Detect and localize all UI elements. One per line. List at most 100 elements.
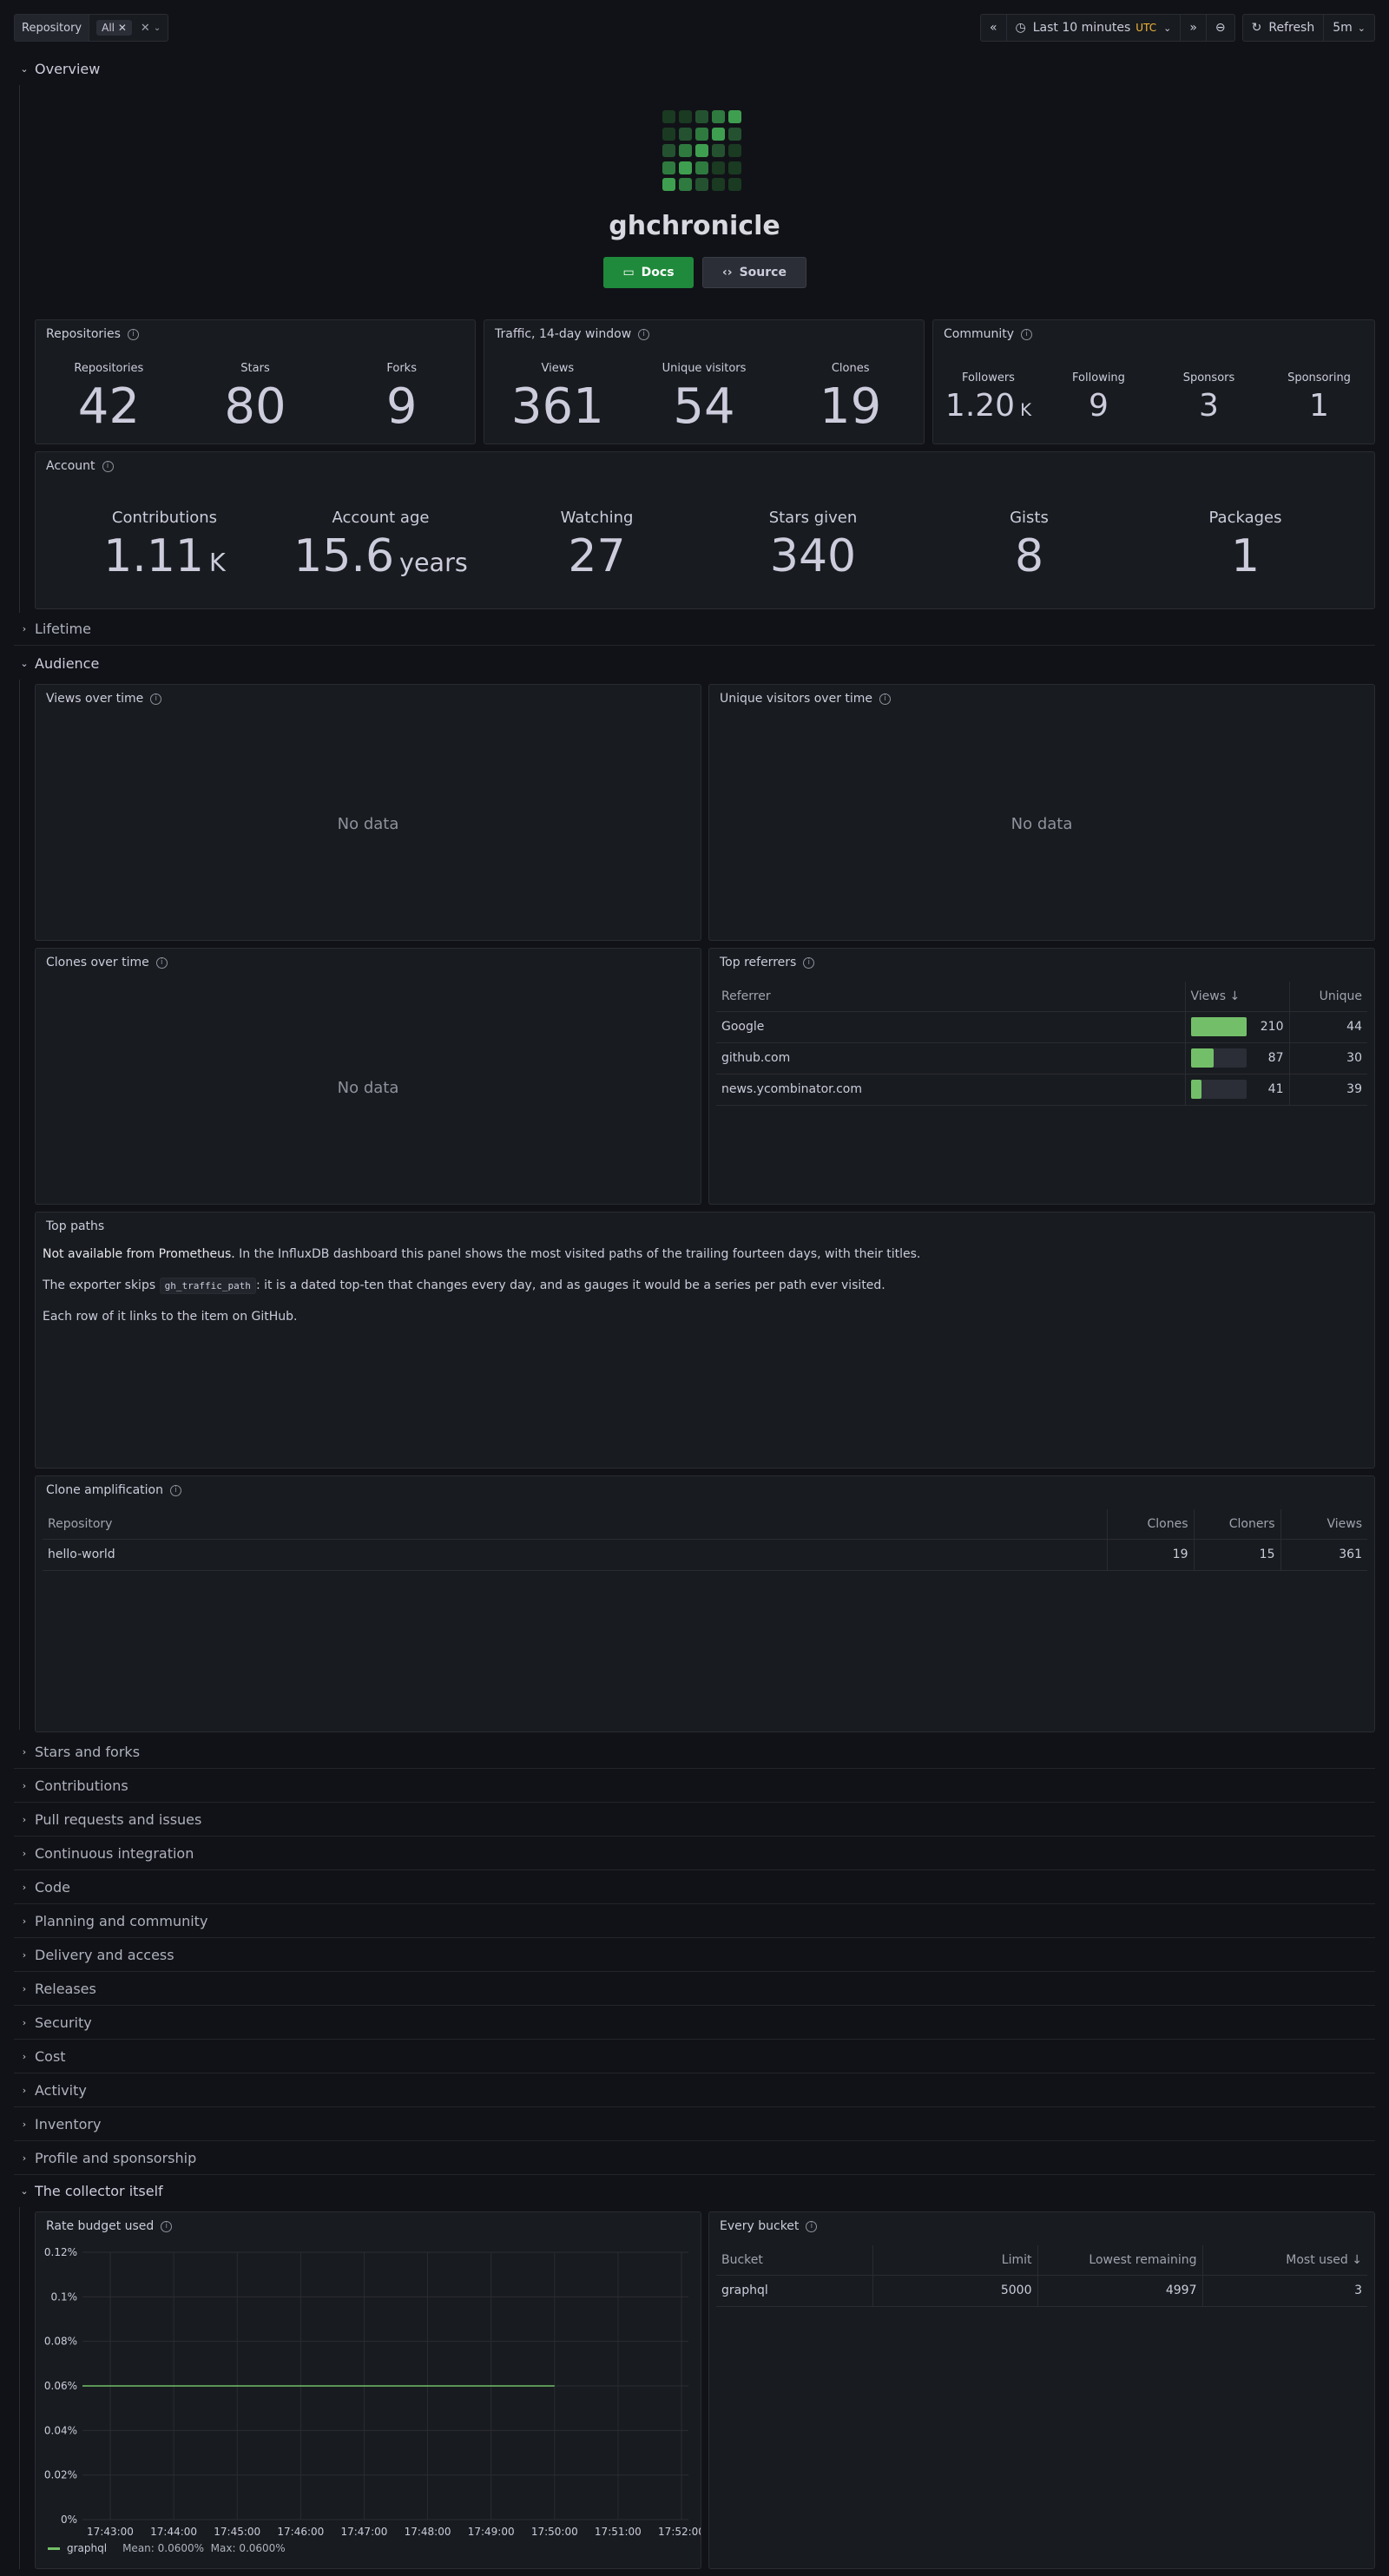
repository-label: Repository bbox=[15, 15, 90, 41]
row-overview[interactable]: ⌄ Overview bbox=[14, 52, 1375, 85]
buckets-table: Bucket Limit Lowest remaining Most used … bbox=[716, 2245, 1367, 2307]
no-data-label: No data bbox=[337, 1079, 399, 1097]
table-row[interactable]: Google 210 44 bbox=[716, 1011, 1367, 1043]
row-title: Pull requests and issues bbox=[35, 1811, 202, 1828]
views-bar bbox=[1190, 1017, 1247, 1036]
no-data-label: No data bbox=[337, 815, 399, 833]
source-button[interactable]: ‹› Source bbox=[702, 257, 806, 288]
info-icon[interactable]: i bbox=[161, 2220, 173, 2232]
row-lifetime[interactable]: › Lifetime bbox=[14, 613, 1375, 646]
chevron-right-icon: › bbox=[22, 1983, 27, 1994]
column-header-cloners[interactable]: Cloners bbox=[1193, 1509, 1280, 1540]
info-icon[interactable]: i bbox=[102, 460, 114, 472]
repositories-panel: Repositories i Repositories 42 Stars 80 Forks… bbox=[35, 319, 476, 444]
info-icon[interactable]: i bbox=[803, 956, 815, 969]
row-activity[interactable]: › Activity bbox=[14, 2074, 1375, 2107]
info-icon[interactable]: i bbox=[806, 2220, 818, 2232]
referrers-table: Referrer Views ↓ Unique Google 210 44 githu… bbox=[716, 982, 1367, 1106]
clone-amplification-table: Repository Clones Cloners Views hello-wo… bbox=[43, 1509, 1367, 1571]
stat-value: 9 bbox=[1043, 388, 1154, 424]
clones-over-time-panel: Clones over time i No data bbox=[35, 948, 701, 1205]
docs-button[interactable]: ▭ Docs bbox=[603, 257, 694, 288]
row-contributions[interactable]: › Contributions bbox=[14, 1770, 1375, 1803]
logo-cell bbox=[712, 144, 725, 158]
chevron-right-icon: › bbox=[22, 2119, 27, 2130]
time-range-label: Last 10 minutes bbox=[1032, 21, 1131, 35]
row-title: Overview bbox=[35, 60, 101, 77]
row-stars-forks[interactable]: › Stars and forks bbox=[14, 1736, 1375, 1769]
row-planning[interactable]: › Planning and community bbox=[14, 1905, 1375, 1938]
repository-chip[interactable]: All ✕ bbox=[96, 20, 132, 36]
cell-bucket: graphql bbox=[716, 2275, 872, 2307]
views-bar-fill bbox=[1190, 1080, 1201, 1099]
row-title: Profile and sponsorship bbox=[35, 2150, 197, 2166]
refresh-label: Refresh bbox=[1268, 21, 1315, 35]
chevron-down-icon: ⌄ bbox=[1163, 22, 1172, 34]
legend-series-name[interactable]: graphql bbox=[67, 2542, 107, 2554]
column-header-repository[interactable]: Repository bbox=[43, 1509, 1107, 1540]
column-header-limit[interactable]: Limit bbox=[872, 2245, 1037, 2276]
column-header-bucket[interactable]: Bucket bbox=[716, 2245, 872, 2276]
row-delivery[interactable]: › Delivery and access bbox=[14, 1939, 1375, 1972]
y-tick-label: 0.06% bbox=[44, 2380, 77, 2392]
stat-label: Following bbox=[1072, 371, 1125, 384]
account-panel: Account i Contributions 1.11 K Account age 15… bbox=[35, 451, 1375, 609]
info-icon[interactable]: i bbox=[155, 956, 168, 969]
column-header-views-label: Views bbox=[1190, 989, 1227, 1003]
row-ci[interactable]: › Continuous integration bbox=[14, 1837, 1375, 1870]
stat-gists: Gists 8 bbox=[921, 509, 1137, 582]
row-security[interactable]: › Security bbox=[14, 2007, 1375, 2040]
table-row[interactable]: hello-world 19 15 361 bbox=[43, 1539, 1367, 1571]
row-prs-issues[interactable]: › Pull requests and issues bbox=[14, 1804, 1375, 1837]
info-icon[interactable]: i bbox=[169, 1484, 181, 1496]
time-back-button[interactable]: « bbox=[981, 15, 1007, 41]
logo-cell bbox=[662, 127, 675, 141]
column-header-lowest-remaining[interactable]: Lowest remaining bbox=[1037, 2245, 1202, 2276]
stat-label: Followers bbox=[962, 371, 1015, 384]
stat-value: 1.20 K bbox=[933, 388, 1043, 424]
column-header-most-used[interactable]: Most used ↓ bbox=[1201, 2245, 1367, 2276]
column-header-referrer[interactable]: Referrer bbox=[716, 982, 1185, 1012]
zoom-out-icon: ⊖ bbox=[1215, 21, 1226, 35]
column-header-unique[interactable]: Unique bbox=[1288, 982, 1367, 1012]
text: In the InfluxDB dashboard this panel sho… bbox=[234, 1247, 921, 1261]
column-header-views[interactable]: Views ↓ bbox=[1184, 982, 1289, 1012]
chevron-right-icon: › bbox=[22, 1746, 27, 1758]
row-inventory[interactable]: › Inventory bbox=[14, 2108, 1375, 2141]
top-paths-panel: Top paths Not available from Prometheus.… bbox=[35, 1212, 1375, 1469]
row-title: Contributions bbox=[35, 1778, 128, 1794]
info-icon[interactable]: i bbox=[127, 328, 139, 340]
info-icon[interactable]: i bbox=[150, 693, 162, 705]
repository-variable[interactable]: Repository All ✕ ✕ ⌄ bbox=[14, 14, 169, 42]
row-profile[interactable]: › Profile and sponsorship bbox=[14, 2142, 1375, 2175]
row-releases[interactable]: › Releases bbox=[14, 1973, 1375, 2006]
chevron-down-icon[interactable]: ⌄ bbox=[154, 23, 161, 33]
time-forward-button[interactable]: » bbox=[1181, 15, 1207, 41]
logo-cell bbox=[679, 127, 692, 141]
info-icon[interactable]: i bbox=[638, 328, 650, 340]
table-row[interactable]: news.ycombinator.com 41 39 bbox=[716, 1074, 1367, 1106]
table-row[interactable]: graphql 5000 4997 3 bbox=[716, 2275, 1367, 2307]
y-tick-label: 0.1% bbox=[51, 2290, 78, 2303]
refresh-interval-picker[interactable]: 5m ⌄ bbox=[1324, 15, 1374, 41]
stat-number: 1.11 bbox=[103, 530, 204, 582]
stat-label: Packages bbox=[1208, 509, 1282, 527]
column-header-views[interactable]: Views bbox=[1280, 1509, 1367, 1540]
text: The exporter skips bbox=[43, 1278, 160, 1292]
logo-cell bbox=[728, 144, 741, 158]
column-header-clones[interactable]: Clones bbox=[1106, 1509, 1194, 1540]
row-collector[interactable]: ⌄ The collector itself bbox=[14, 2174, 1375, 2207]
info-icon[interactable]: i bbox=[1021, 328, 1033, 340]
row-code[interactable]: › Code bbox=[14, 1871, 1375, 1904]
info-icon[interactable]: i bbox=[879, 693, 892, 705]
time-range-picker[interactable]: ◷ Last 10 minutes UTC ⌄ bbox=[1007, 15, 1182, 41]
zoom-out-button[interactable]: ⊖ bbox=[1207, 15, 1234, 41]
refresh-button[interactable]: ↻ Refresh bbox=[1243, 15, 1325, 41]
stat-label: Stars bbox=[240, 362, 270, 375]
clear-icon[interactable]: ✕ bbox=[141, 22, 150, 35]
remove-icon[interactable]: ✕ bbox=[118, 22, 127, 34]
table-row[interactable]: github.com 87 30 bbox=[716, 1042, 1367, 1074]
row-audience[interactable]: ⌄ Audience bbox=[14, 647, 1375, 680]
row-cost[interactable]: › Cost bbox=[14, 2040, 1375, 2073]
clone-amplification-panel: Clone amplification i Repository Clones C… bbox=[35, 1475, 1375, 1732]
